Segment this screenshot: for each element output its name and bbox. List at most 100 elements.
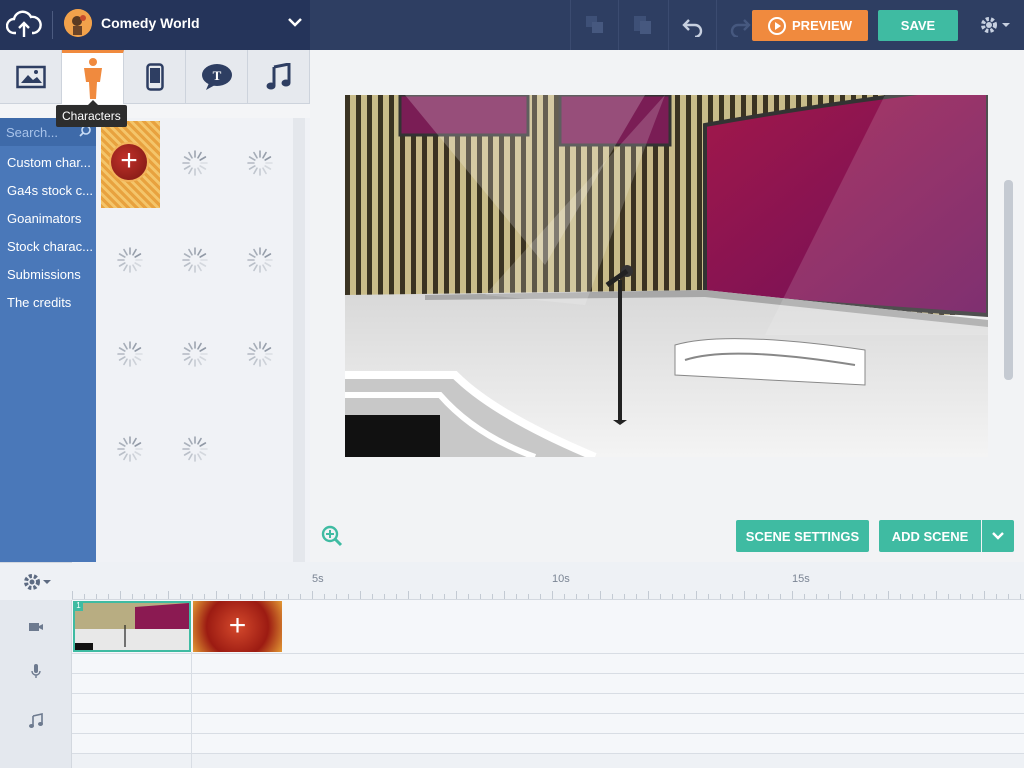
ruler-tick xyxy=(972,594,973,599)
scene-thumbnail[interactable] xyxy=(73,601,191,652)
ruler-tick xyxy=(900,594,901,599)
add-character-button[interactable]: + xyxy=(101,121,160,208)
person-icon xyxy=(83,57,102,99)
scene-settings-button[interactable]: SCENE SETTINGS xyxy=(736,520,869,552)
category-item[interactable]: Stock charac... xyxy=(7,239,93,254)
tab-characters[interactable] xyxy=(62,50,124,104)
ruler-tick xyxy=(1008,594,1009,599)
gear-icon[interactable] xyxy=(22,572,54,592)
ruler-tick xyxy=(696,591,697,599)
add-scene-button[interactable]: ADD SCENE xyxy=(879,520,981,552)
ruler-tick xyxy=(528,594,529,599)
ruler-tick xyxy=(384,594,385,599)
ruler-tick xyxy=(732,594,733,599)
preview-button[interactable]: PREVIEW xyxy=(752,10,868,41)
ruler-tick xyxy=(456,591,457,599)
ruler-tick xyxy=(216,591,217,599)
loading-spinner-icon xyxy=(182,341,208,367)
ruler-tick xyxy=(420,594,421,599)
loading-spinner-icon xyxy=(247,247,273,273)
loading-spinner-icon xyxy=(117,247,143,273)
ruler-tick xyxy=(600,591,601,599)
save-button[interactable]: SAVE xyxy=(878,10,958,41)
tab-music[interactable] xyxy=(248,50,310,104)
undo-icon[interactable] xyxy=(681,13,705,37)
category-item[interactable]: Goanimators xyxy=(7,211,93,226)
redo-icon[interactable] xyxy=(728,13,752,37)
category-item[interactable]: Custom char... xyxy=(7,155,93,170)
ruler-tick xyxy=(612,594,613,599)
ruler-tick xyxy=(504,591,505,599)
comedy-stage-background xyxy=(345,95,988,457)
ruler-tick xyxy=(228,594,229,599)
ruler-label: 10s xyxy=(552,573,570,585)
ruler-tick xyxy=(204,594,205,599)
ruler-tick xyxy=(660,594,661,599)
ruler-tick xyxy=(288,594,289,599)
loading-spinner-icon xyxy=(182,436,208,462)
ruler-tick xyxy=(252,594,253,599)
gear-icon[interactable] xyxy=(978,13,1014,37)
music-note-icon xyxy=(29,713,43,728)
music-track[interactable] xyxy=(72,734,1024,754)
timeline-ruler[interactable]: 5s 10s 15s xyxy=(72,562,1024,600)
ruler-tick xyxy=(552,591,553,599)
ruler-tick xyxy=(720,594,721,599)
ruler-tick xyxy=(864,594,865,599)
copy-icon[interactable] xyxy=(583,13,607,37)
ruler-tick xyxy=(336,594,337,599)
add-scene-dropdown[interactable] xyxy=(982,520,1014,552)
scene-canvas[interactable] xyxy=(345,95,988,457)
scrollbar[interactable] xyxy=(1004,180,1013,380)
ruler-tick xyxy=(372,594,373,599)
play-icon xyxy=(768,16,787,35)
ruler-tick xyxy=(168,591,169,599)
tab-backgrounds[interactable] xyxy=(0,50,62,104)
music-track[interactable] xyxy=(72,694,1024,714)
ruler-tick xyxy=(276,594,277,599)
zoom-in-icon[interactable] xyxy=(321,525,343,547)
ruler-tick xyxy=(648,591,649,599)
ruler-tick xyxy=(144,594,145,599)
loading-spinner-icon xyxy=(182,247,208,273)
ruler-tick xyxy=(132,594,133,599)
cloud-upload-icon[interactable] xyxy=(6,9,42,41)
divider xyxy=(618,0,619,50)
ruler-tick xyxy=(624,594,625,599)
ruler-tick xyxy=(636,594,637,599)
music-track[interactable] xyxy=(72,714,1024,734)
add-scene-tile[interactable]: + xyxy=(193,601,282,652)
ruler-tick xyxy=(72,591,73,599)
theme-avatar xyxy=(64,9,92,37)
theme-selector[interactable]: Comedy World xyxy=(0,0,310,50)
ruler-tick xyxy=(960,594,961,599)
tab-text[interactable]: T xyxy=(186,50,248,104)
ruler-tick xyxy=(96,594,97,599)
scrollbar[interactable] xyxy=(293,118,305,562)
ruler-tick xyxy=(108,594,109,599)
preview-label: PREVIEW xyxy=(792,18,852,33)
svg-text:T: T xyxy=(212,68,221,83)
divider xyxy=(570,0,571,50)
ruler-tick xyxy=(312,591,313,599)
category-item[interactable]: Submissions xyxy=(7,267,93,282)
ruler-tick xyxy=(756,594,757,599)
phone-icon xyxy=(145,63,164,91)
category-item[interactable]: Ga4s stock c... xyxy=(7,183,93,198)
ruler-tick xyxy=(576,594,577,599)
ruler-tick xyxy=(768,594,769,599)
divider xyxy=(52,11,53,39)
ruler-tick xyxy=(816,594,817,599)
ruler-tick xyxy=(240,594,241,599)
tab-props[interactable] xyxy=(124,50,186,104)
ruler-tick xyxy=(672,594,673,599)
chevron-down-icon[interactable] xyxy=(288,17,302,27)
search-placeholder: Search... xyxy=(6,125,59,140)
ruler-tick xyxy=(444,594,445,599)
voice-track[interactable] xyxy=(72,654,1024,674)
music-note-icon xyxy=(266,63,290,90)
voice-track[interactable] xyxy=(72,674,1024,694)
category-item[interactable]: The credits xyxy=(7,295,93,310)
ruler-tick xyxy=(804,594,805,599)
paste-icon[interactable] xyxy=(631,13,655,37)
